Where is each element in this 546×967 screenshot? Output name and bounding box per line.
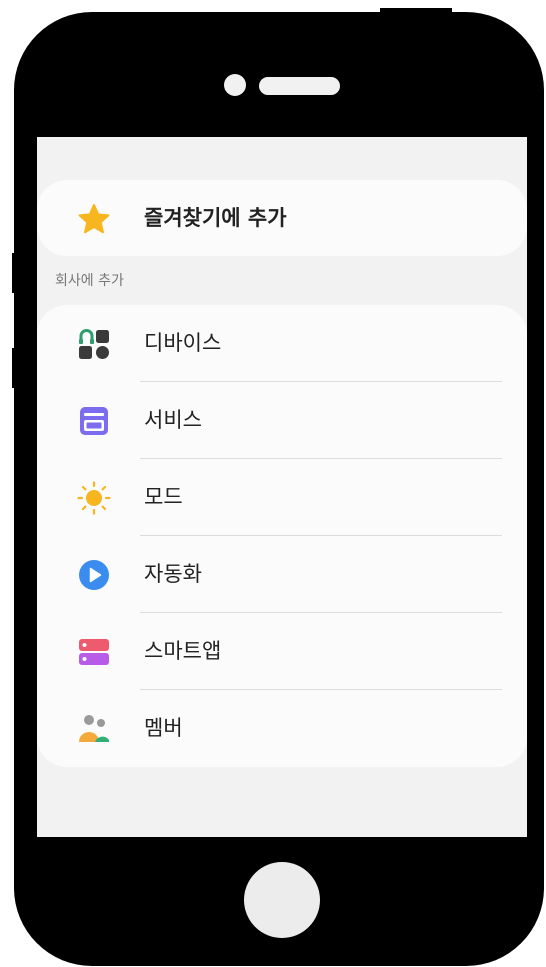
menu-item-members[interactable]: 멤버 bbox=[37, 690, 527, 767]
menu-item-label: 디바이스 bbox=[144, 331, 222, 355]
add-menu-card: 디바이스 서비스 모드 자동화 스마트앱 멤버 bbox=[37, 305, 527, 767]
members-icon bbox=[77, 712, 111, 746]
menu-item-label: 자동화 bbox=[144, 562, 202, 586]
star-icon bbox=[77, 202, 111, 236]
smartapp-icon bbox=[77, 635, 111, 669]
play-icon bbox=[77, 558, 111, 592]
menu-item-modes[interactable]: 모드 bbox=[37, 459, 527, 536]
menu-item-label: 모드 bbox=[144, 485, 183, 509]
home-button[interactable] bbox=[244, 862, 320, 938]
earpiece-speaker bbox=[259, 77, 340, 95]
favorites-card: 즐겨찾기에 추가 bbox=[37, 180, 527, 256]
front-camera bbox=[224, 74, 246, 96]
section-title: 회사에 추가 bbox=[55, 273, 124, 289]
menu-item-smartapps[interactable]: 스마트앱 bbox=[37, 613, 527, 690]
menu-item-label: 스마트앱 bbox=[144, 639, 222, 663]
menu-item-label: 서비스 bbox=[144, 408, 202, 432]
menu-item-automation[interactable]: 자동화 bbox=[37, 536, 527, 613]
add-to-favorites-label: 즐겨찾기에 추가 bbox=[144, 206, 287, 230]
devices-icon bbox=[77, 327, 111, 361]
menu-item-devices[interactable]: 디바이스 bbox=[37, 305, 527, 382]
add-to-favorites-item[interactable]: 즐겨찾기에 추가 bbox=[37, 180, 527, 256]
menu-item-label: 멤버 bbox=[144, 716, 183, 740]
screen: 즐겨찾기에 추가 회사에 추가 디바이스 서비스 모드 자동화 스마트앱 멤버 bbox=[37, 137, 527, 837]
service-icon bbox=[77, 404, 111, 438]
menu-item-services[interactable]: 서비스 bbox=[37, 382, 527, 459]
sun-icon bbox=[77, 481, 111, 515]
